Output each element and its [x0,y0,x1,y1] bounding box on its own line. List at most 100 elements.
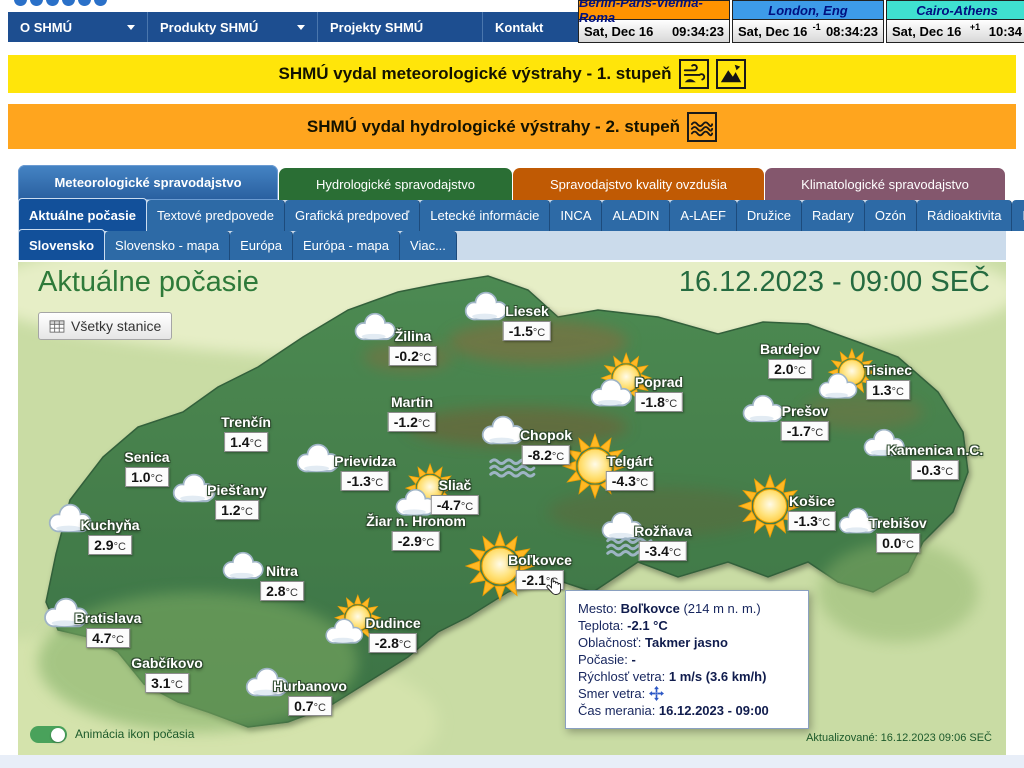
station-name-bardejov[interactable]: Bardejov [760,341,820,357]
station-temp-martin[interactable]: -1.2°C [388,412,436,432]
tab-meteorologick-spravodajstvo[interactable]: Meteorologické spravodajstvo [18,165,278,200]
station-temp-senica[interactable]: 1.0°C [125,467,169,487]
tab-viac[interactable]: Viac... [400,231,457,260]
temp-unit: °C [171,679,183,691]
tab-aktu-lne-po-asie[interactable]: Aktuálne počasie [18,198,147,231]
station-name-senica[interactable]: Senica [124,449,169,465]
station-temp-hurbanovo[interactable]: 0.7°C [288,696,332,716]
station-name-ko-ice[interactable]: Košice [789,493,835,509]
temp-value: -3.4 [645,543,669,559]
tab-r-dioaktivita[interactable]: Rádioaktivita [917,200,1012,231]
station-name-prievidza[interactable]: Prievidza [334,453,395,469]
nav-item-kontakt[interactable]: Kontakt [483,12,578,42]
tab-kamery[interactable]: Kamery [1012,200,1024,231]
clock-time: 09:34:23 [672,24,724,39]
tab-grafick-predpove[interactable]: Grafická predpoveď [285,200,420,231]
station-temp-trebi-ov[interactable]: 0.0°C [876,533,920,553]
station-name-dudince[interactable]: Dudince [365,615,420,631]
station-temp-bratislava[interactable]: 4.7°C [86,628,130,648]
station-name-tisinec[interactable]: Tisinec [864,362,912,378]
tab-label: Rádioaktivita [927,208,1001,223]
tab-aladin[interactable]: ALADIN [602,200,670,231]
tab-slovensko-mapa[interactable]: Slovensko - mapa [105,231,230,260]
logo-dot [14,0,27,6]
station-name-slia[interactable]: Sliač [439,477,472,493]
station-temp-slia[interactable]: -4.7°C [431,495,479,515]
station-temp-kuchy-a[interactable]: 2.9°C [88,535,132,555]
station-name-ilina[interactable]: Žilina [395,328,432,344]
temp-unit: °C [114,541,126,553]
nav-item-produkty-shm[interactable]: Produkty SHMÚ [148,12,318,42]
station-temp-tisinec[interactable]: 1.3°C [866,380,910,400]
tab-leteck-inform-cie[interactable]: Letecké informácie [420,200,550,231]
wind-icon [679,59,709,89]
temp-value: -1.3 [794,513,818,529]
tab-eur-pa[interactable]: Európa [230,231,293,260]
station-name-kuchy-a[interactable]: Kuchyňa [80,517,139,533]
station-temp-ilina[interactable]: -0.2°C [389,346,437,366]
animation-toggle[interactable] [30,726,67,743]
tab-eur-pa-mapa[interactable]: Európa - mapa [293,231,400,260]
tab-oz-n[interactable]: Ozón [865,200,917,231]
station-temp-bardejov[interactable]: 2.0°C [768,359,812,379]
station-temp-liesek[interactable]: -1.5°C [503,321,551,341]
all-stations-button[interactable]: Všetky stanice [38,312,172,340]
nav-item-label: Produkty SHMÚ [160,20,258,35]
chevron-down-icon [127,25,135,30]
alert-banner-2[interactable]: SHMÚ vydal hydrologické výstrahy - 2. st… [8,104,1016,149]
tab-slovensko[interactable]: Slovensko [18,229,105,260]
tab-klimatologick-spravodajstvo[interactable]: Klimatologické spravodajstvo [765,168,1005,200]
clock-date: Sat, Dec 16 [584,24,653,39]
tab-spravodajstvo-kvality-ovzdu-ia[interactable]: Spravodajstvo kvality ovzdušia [513,168,764,200]
temp-value: 2.9 [94,537,113,553]
station-name-bo-kovce[interactable]: Boľkovce [508,552,572,568]
station-name-pre-ov[interactable]: Prešov [782,403,829,419]
station-name-ro-ava[interactable]: Rožňava [634,523,692,539]
station-name-trebi-ov[interactable]: Trebišov [869,515,927,531]
nav-item-o-shm[interactable]: O SHMÚ [8,12,148,42]
station-name-gab-kovo[interactable]: Gabčíkovo [131,655,203,671]
station-name-martin[interactable]: Martin [391,394,433,410]
station-temp-kamenica-n-c[interactable]: -0.3°C [911,460,959,480]
station-name-bratislava[interactable]: Bratislava [75,610,142,626]
station-temp-chopok[interactable]: -8.2°C [522,445,570,465]
tab-dru-ice[interactable]: Družice [737,200,802,231]
station-temp-ro-ava[interactable]: -3.4°C [639,541,687,561]
nav-item-projekty-shm[interactable]: Projekty SHMÚ [318,12,483,42]
weather-map[interactable]: Aktuálne počasie 16.12.2023 - 09:00 SEČ … [18,262,1006,755]
station-temp-gab-kovo[interactable]: 3.1°C [145,673,189,693]
temp-unit: °C [533,327,545,339]
station-name-hurbanovo[interactable]: Hurbanovo [273,678,347,694]
updated-timestamp: Aktualizované: 16.12.2023 09:06 SEČ [806,732,992,744]
tooltip-value: 1 m/s (3.6 km/h) [669,669,767,684]
tab-textov-predpovede[interactable]: Textové predpovede [147,200,285,231]
station-name-liesek[interactable]: Liesek [505,303,549,319]
station-name-tren-n[interactable]: Trenčín [221,414,271,430]
station-temp-nitra[interactable]: 2.8°C [260,581,304,601]
station-name-poprad[interactable]: Poprad [635,374,683,390]
alert-banner-1[interactable]: SHMÚ vydal meteorologické výstrahy - 1. … [8,55,1016,93]
station-temp-tren-n[interactable]: 1.4°C [224,432,268,452]
station-temp-poprad[interactable]: -1.8°C [635,392,683,412]
tooltip-row-5: Smer vetra: [578,685,796,702]
station-temp-dudince[interactable]: -2.8°C [369,633,417,653]
temp-value: -4.7 [437,497,461,513]
station-name-chopok[interactable]: Chopok [520,427,572,443]
tab-inca[interactable]: INCA [550,200,602,231]
temp-value: 2.0 [774,361,793,377]
station-temp-pie-any[interactable]: 1.2°C [215,500,259,520]
tab-a-laef[interactable]: A-LAEF [670,200,737,231]
station-name-nitra[interactable]: Nitra [266,563,298,579]
station-name-pie-any[interactable]: Piešťany [207,482,267,498]
tab-hydrologick-spravodajstvo[interactable]: Hydrologické spravodajstvo [279,168,512,200]
station-temp-pre-ov[interactable]: -1.7°C [781,421,829,441]
station-name-kamenica-n-c[interactable]: Kamenica n.C. [887,442,983,458]
station-name-telg-rt[interactable]: Telgárt [607,453,653,469]
temp-unit: °C [418,418,430,430]
station-name-iar-n-hronom[interactable]: Žiar n. Hronom [366,513,466,529]
station-temp-prievidza[interactable]: -1.3°C [341,471,389,491]
station-temp-iar-n-hronom[interactable]: -2.9°C [392,531,440,551]
station-temp-telg-rt[interactable]: -4.3°C [606,471,654,491]
tab-radary[interactable]: Radary [802,200,865,231]
station-temp-ko-ice[interactable]: -1.3°C [788,511,836,531]
